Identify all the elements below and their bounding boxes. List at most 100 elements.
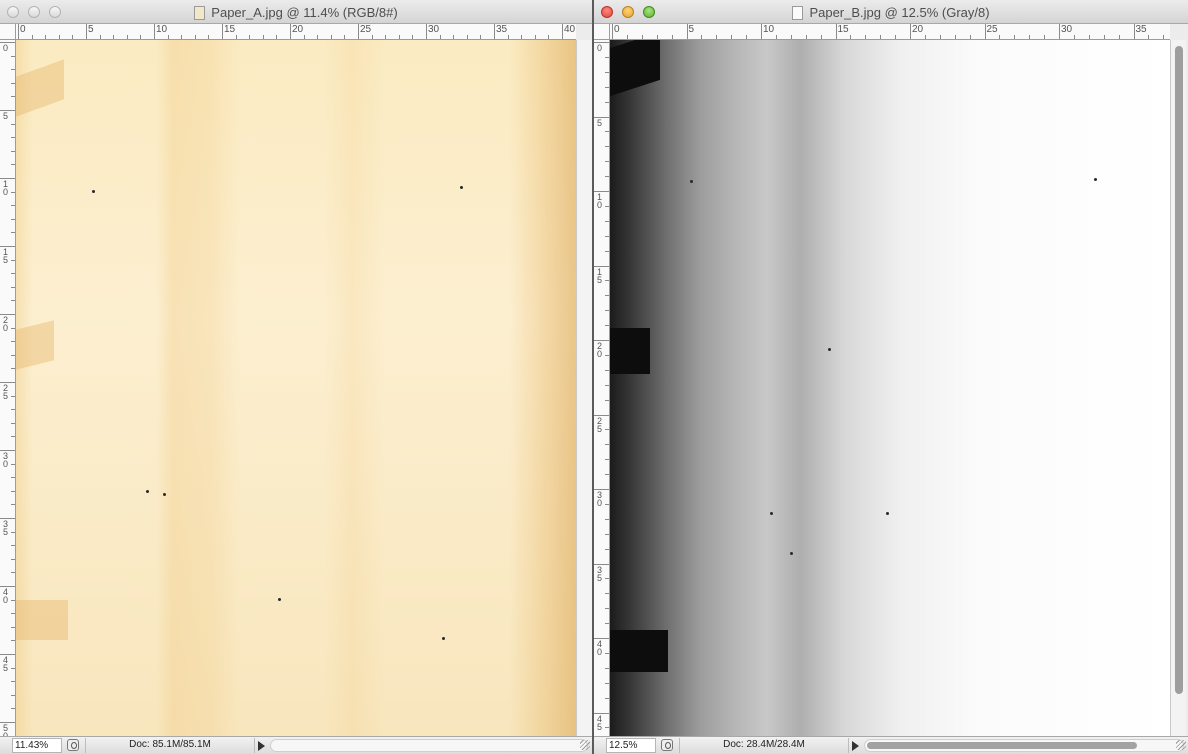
ruler-label: 30 [428, 24, 440, 35]
ruler-label: 35 [1135, 24, 1147, 35]
speck [790, 552, 793, 555]
ruler-label: 5 [688, 24, 695, 35]
ruler-tick [605, 369, 609, 371]
ruler-tick [605, 56, 609, 58]
ruler-tick [11, 395, 15, 397]
horizontal-ruler[interactable]: 0 5 10 15 20 25 30 35 [610, 24, 1170, 40]
ruler-tick [605, 444, 609, 446]
status-menu-arrow-icon[interactable] [852, 741, 859, 751]
ruler-tick [605, 235, 609, 237]
ruler-tick [11, 490, 15, 492]
speck [92, 190, 95, 193]
ruler-label: 10 [3, 179, 9, 197]
ruler-tick [605, 518, 609, 520]
ruler-tick [521, 35, 523, 39]
ruler-tick [154, 24, 155, 39]
ruler-tick [480, 35, 482, 39]
status-icon[interactable] [661, 739, 673, 751]
resize-grip-icon[interactable] [1176, 740, 1186, 750]
horizontal-ruler[interactable]: 0 5 10 15 20 25 30 35 40 [16, 24, 576, 40]
horizontal-scrollbar[interactable] [270, 739, 588, 752]
ruler-tick [344, 35, 346, 39]
speck [278, 598, 281, 601]
ruler-tick [984, 24, 986, 39]
scroll-thumb[interactable] [867, 742, 1137, 749]
ruler-tick [11, 69, 15, 71]
ruler-tick [716, 35, 718, 39]
speck [146, 490, 149, 493]
speck [886, 512, 889, 515]
ruler-tick [181, 35, 183, 39]
vertical-ruler[interactable]: 0 5 10 15 20 25 30 35 40 45 [594, 40, 610, 736]
ruler-tick [605, 548, 609, 550]
vertical-ruler[interactable]: 05101520253035404550 [0, 40, 16, 741]
ruler-tick [11, 286, 15, 288]
ruler-tick [11, 232, 15, 234]
horizontal-scrollbar[interactable] [864, 739, 1184, 752]
window-title: Paper_A.jpg @ 11.4% (RGB/8#) [211, 5, 398, 20]
ruler-tick [303, 35, 305, 39]
ruler-tick [99, 35, 101, 39]
speck [1094, 178, 1097, 181]
ruler-tick [11, 368, 15, 370]
ruler-tick [330, 35, 332, 39]
ruler-tick [605, 578, 609, 580]
image-canvas[interactable] [16, 40, 576, 736]
ruler-tick [686, 24, 688, 39]
ruler-tick [605, 667, 609, 669]
ruler-label: 25 [360, 24, 372, 35]
ruler-origin[interactable] [0, 24, 16, 40]
image-canvas[interactable] [610, 40, 1170, 736]
ruler-tick [11, 422, 15, 424]
ruler-tick [11, 205, 15, 207]
status-icon[interactable] [67, 739, 79, 751]
zoom-level-field[interactable]: 11.43% [12, 738, 62, 753]
ruler-tick [880, 35, 882, 39]
ruler-tick [1133, 24, 1135, 39]
scroll-thumb[interactable] [1175, 46, 1183, 694]
title-bar[interactable]: Paper_B.jpg @ 12.5% (Gray/8) [594, 0, 1188, 24]
title-bar[interactable]: Paper_A.jpg @ 11.4% (RGB/8#) [0, 0, 592, 24]
ruler-tick [11, 341, 15, 343]
ruler-tick [317, 35, 319, 39]
vertical-scrollbar[interactable] [576, 40, 592, 736]
ruler-label: 0 [20, 24, 26, 35]
document-window-paper-b[interactable]: Paper_B.jpg @ 12.5% (Gray/8) 0 5 10 15 20 25 3… [594, 0, 1188, 754]
ruler-tick [605, 146, 609, 148]
ruler-label: 20 [597, 341, 603, 359]
ruler-tick [605, 608, 609, 610]
document-window-paper-a[interactable]: Paper_A.jpg @ 11.4% (RGB/8#) 0 5 10 15 20 25 3… [0, 0, 592, 754]
ruler-tick [11, 409, 15, 411]
ruler-tick [605, 86, 609, 88]
ruler-tick [140, 35, 142, 39]
ruler-label: 45 [3, 655, 9, 673]
speck [828, 348, 831, 351]
ruler-tick [194, 35, 196, 39]
ruler-tick [701, 35, 703, 39]
ruler-tick [249, 35, 251, 39]
ruler-tick [641, 35, 643, 39]
ruler-origin[interactable] [594, 24, 610, 40]
ruler-label: 0 [597, 43, 603, 53]
ruler-tick [1163, 35, 1165, 39]
ruler-tick [11, 613, 15, 615]
ruler-tick [11, 96, 15, 98]
zoom-level-field[interactable]: 12.5% [606, 738, 656, 753]
status-menu-arrow-icon[interactable] [258, 741, 265, 751]
ruler-tick [11, 191, 15, 193]
ruler-tick [1103, 35, 1105, 39]
ruler-tick [999, 35, 1001, 39]
ruler-tick [605, 161, 609, 163]
document-size: Doc: 85.1M/85.1M [85, 738, 255, 753]
ruler-label: 35 [597, 564, 603, 583]
ruler-label: 35 [496, 24, 508, 35]
vertical-scrollbar[interactable] [1170, 40, 1186, 736]
ruler-label: 5 [597, 117, 603, 128]
tape-mark [610, 328, 650, 374]
ruler-tick [548, 35, 550, 39]
ruler-tick [126, 35, 128, 39]
ruler-tick [605, 503, 609, 505]
ruler-tick [1014, 35, 1016, 39]
resize-grip-icon[interactable] [580, 740, 590, 750]
tape-mark [610, 630, 668, 672]
